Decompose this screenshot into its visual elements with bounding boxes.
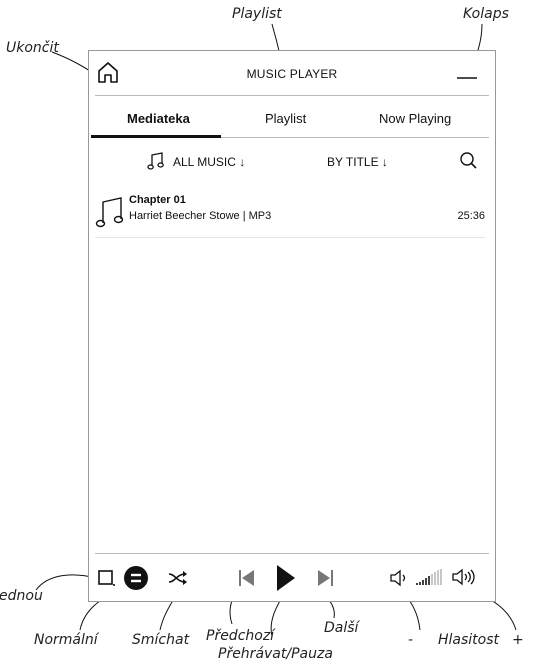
callout-predchozi: Předchozí [206, 628, 275, 644]
callout-plus: + [512, 632, 524, 648]
music-note-icon [147, 151, 165, 171]
shuffle-button[interactable] [167, 569, 189, 587]
track-title: Chapter 01 [129, 194, 186, 206]
callout-playlist: Playlist [232, 6, 282, 22]
volume-down-icon [390, 569, 406, 587]
volume-down-button[interactable] [389, 569, 409, 587]
active-tab-indicator [91, 135, 221, 138]
source-filter-dropdown[interactable]: ALL MUSIC ↓ [173, 155, 245, 169]
normal-mode-button[interactable] [123, 565, 149, 591]
collapse-button[interactable] [455, 65, 479, 81]
next-button[interactable] [315, 567, 335, 589]
volume-level-indicator [415, 567, 445, 587]
callout-ukoncit: Ukončit [6, 40, 59, 56]
previous-icon [239, 570, 254, 586]
callout-minus: - [408, 632, 414, 648]
header-divider [95, 95, 489, 96]
play-icon [277, 565, 295, 591]
callout-prehravat: Přehrávat/Pauza [218, 646, 333, 662]
previous-button[interactable] [237, 567, 257, 589]
normal-mode-icon [124, 566, 148, 590]
tab-playlist[interactable]: Playlist [265, 111, 306, 126]
track-duration: 25:36 [457, 210, 485, 222]
callout-kolaps: Kolaps [463, 6, 509, 22]
tab-mediateka[interactable]: Mediateka [127, 111, 190, 126]
sort-dropdown[interactable]: BY TITLE ↓ [327, 155, 388, 169]
callout-dalsi: Další [324, 620, 359, 636]
square-icon [98, 570, 115, 586]
callout-hlasitost: Hlasitost [438, 632, 500, 648]
page-title: MUSIC PLAYER [246, 67, 338, 81]
repeat-once-button[interactable] [97, 569, 115, 587]
callout-normalni: Normální [34, 632, 98, 648]
callout-ednou: ednou [0, 588, 43, 604]
volume-up-icon [452, 568, 475, 586]
list-item[interactable]: Chapter 01 Harriet Beecher Stowe | MP3 2… [95, 191, 485, 238]
volume-up-button[interactable] [451, 567, 481, 587]
shuffle-icon [168, 571, 187, 585]
play-pause-button[interactable] [275, 563, 297, 593]
tab-now-playing[interactable]: Now Playing [379, 111, 451, 126]
music-note-icon [95, 195, 125, 229]
controls-divider [95, 553, 489, 554]
next-icon [318, 570, 333, 586]
search-button[interactable] [459, 151, 479, 171]
search-icon [460, 152, 477, 169]
callout-smichat: Smíchat [132, 632, 190, 648]
minimize-icon [457, 77, 477, 79]
track-meta: Harriet Beecher Stowe | MP3 [129, 210, 272, 222]
music-player-screen: MUSIC PLAYER Mediateka Playlist Now Play… [88, 50, 496, 602]
